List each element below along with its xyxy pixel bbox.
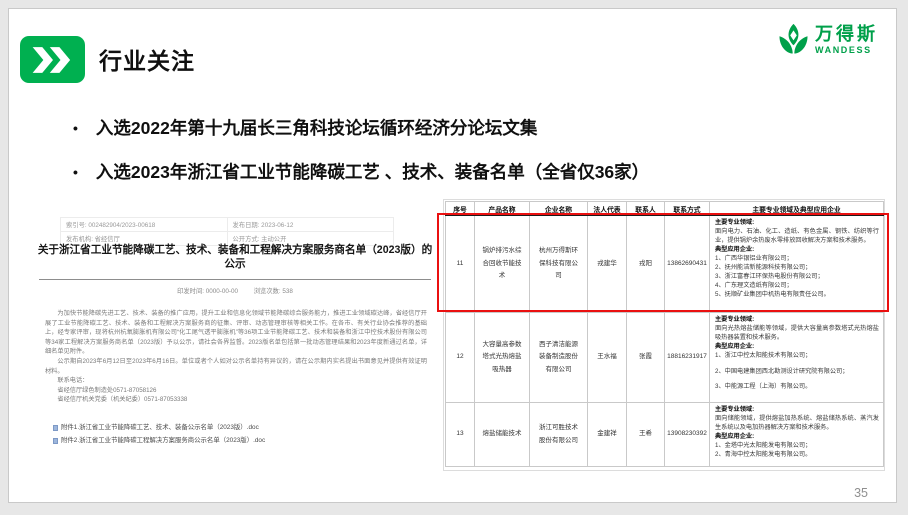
cell-product: 熔盐储能技术 xyxy=(475,403,530,467)
company-logo: 万得斯 WANDESS xyxy=(777,23,878,56)
cell-phone: 13862690431 xyxy=(665,216,710,313)
attachment-link-1[interactable]: 附件1.浙江省工业节能降碳工艺、技术、装备公示名单（2023版）.doc xyxy=(53,421,265,434)
print-time: 印发时间: 0000-00-00 xyxy=(177,288,238,295)
slide: 行业关注 万得斯 WANDESS 入选2022年第十九届长三角科技论坛循环经济分… xyxy=(8,8,897,503)
page-title: 行业关注 xyxy=(99,42,195,76)
provider-table: 序号 产品名称 企业名称 法人代表 联系人 联系方式 主要专业领域及典型应用企业… xyxy=(445,201,884,467)
attachment-icon xyxy=(53,438,58,444)
col-header-product: 产品名称 xyxy=(475,202,530,216)
cell-no: 12 xyxy=(446,313,475,403)
bullet-list: 入选2022年第十九届长三角科技论坛循环经济分论坛文集 入选2023年浙江省工业… xyxy=(73,115,813,203)
col-header-company: 企业名称 xyxy=(530,202,588,216)
cell-domain: 主要专业领域: 面向电力、石油、化工、造纸、有色金属、钢铁、纺织等行业，提供锅炉… xyxy=(710,216,884,313)
chevron-right-icon xyxy=(31,45,75,75)
typical-company: 2、青海中控太阳能发电有限公司。 xyxy=(715,450,879,459)
table-row: 13 熔盐储能技术 浙江可胜技术股份有限公司 金建祥 王希 1390823039… xyxy=(446,403,884,467)
col-header-domain: 主要专业领域及典型应用企业 xyxy=(710,202,884,216)
meta-pub-date: 发布日期: 2023-06-12 xyxy=(227,218,394,232)
table-header-row: 序号 产品名称 企业名称 法人代表 联系人 联系方式 主要专业领域及典型应用企业 xyxy=(446,202,884,216)
attachment-link-2[interactable]: 附件2.浙江省工业节能降碳工程解决方案服务商公示名单（2023版）.doc xyxy=(53,434,265,447)
divider xyxy=(39,279,431,280)
paragraph: 省经信厅绿色制造处0571-87058126 xyxy=(45,386,427,396)
cell-domain: 主要专业领域: 面向光热熔盐储能等领域，提供大容量高参数塔式光热熔盐吸热器装置和… xyxy=(710,313,884,403)
cell-phone: 13908230392 xyxy=(665,403,710,467)
cell-company: 浙江可胜技术股份有限公司 xyxy=(530,403,588,467)
typical-company: 4、广东理文造纸有限公司； xyxy=(715,281,879,290)
cell-legal: 戎建华 xyxy=(588,216,627,313)
col-header-legal: 法人代表 xyxy=(588,202,627,216)
cell-contact: 王希 xyxy=(627,403,665,467)
typical-company: 3、浙江富春江环保热电股份有限公司； xyxy=(715,272,879,281)
paragraph: 为加快节能降碳先进工艺、技术、装备的推广应用，提升工业和信息化领域节能降碳综合服… xyxy=(45,309,427,357)
double-chevron-icon xyxy=(20,36,85,83)
paragraph: 联系电话： xyxy=(45,376,427,386)
typical-company: 1、广西华银铝业有限公司； xyxy=(715,254,879,263)
attachment-icon xyxy=(53,425,58,431)
typical-label: 典型应用企业: xyxy=(715,245,879,254)
bullet-item-1: 入选2022年第十九届长三角科技论坛循环经济分论坛文集 xyxy=(73,115,813,140)
domain-label: 主要专业领域: xyxy=(715,218,879,227)
cell-domain: 主要专业领域: 面向储能领域，提供熔盐加热系统、熔盐储热系统、蒸汽发生系统以及电… xyxy=(710,403,884,467)
paragraph: 省经信厅机关党委（机关纪委）0571-87053338 xyxy=(45,395,427,405)
logo-name-en: WANDESS xyxy=(815,46,878,55)
leaf-logo-icon xyxy=(777,23,810,56)
domain-text: 面向储能领域，提供熔盐加热系统、熔盐储热系统、蒸汽发生系统以及电加热器解决方案和… xyxy=(715,414,879,432)
cell-contact: 张霞 xyxy=(627,313,665,403)
typical-company: 3、中能源工程（上海）有限公司。 xyxy=(715,382,879,391)
typical-company: 2、中国电建集团西北勘测设计研究院有限公司； xyxy=(715,367,879,376)
cell-company: 西子清洁能源装备制造股份有限公司 xyxy=(530,313,588,403)
typical-company: 5、抚顺矿业集团中机热电有限责任公司。 xyxy=(715,290,879,299)
cell-no: 11 xyxy=(446,216,475,313)
cell-contact: 戎阳 xyxy=(627,216,665,313)
typical-company: 2、抚州能洁新能源科技有限公司； xyxy=(715,263,879,272)
typical-company: 1、金塔中光太阳能发电有限公司； xyxy=(715,441,879,450)
domain-label: 主要专业领域: xyxy=(715,315,879,324)
table-row: 12 大容量高参数塔式光热熔盐吸热器 西子清洁能源装备制造股份有限公司 王水福 … xyxy=(446,313,884,403)
attachment-name: 附件1.浙江省工业节能降碳工艺、技术、装备公示名单（2023版）.doc xyxy=(61,421,259,434)
typical-company: 1、浙江中控太阳能技术有限公司； xyxy=(715,351,879,360)
document-body: 为加快节能降碳先进工艺、技术、装备的推广应用，提升工业和信息化领域节能降碳综合服… xyxy=(45,309,427,405)
logo-name-cn: 万得斯 xyxy=(815,25,878,43)
typical-label: 典型应用企业: xyxy=(715,342,879,351)
typical-label: 典型应用企业: xyxy=(715,432,879,441)
col-header-contact: 联系人 xyxy=(627,202,665,216)
col-header-phone: 联系方式 xyxy=(665,202,710,216)
cell-product: 大容量高参数塔式光热熔盐吸热器 xyxy=(475,313,530,403)
cell-legal: 金建祥 xyxy=(588,403,627,467)
attachment-name: 附件2.浙江省工业节能降碳工程解决方案服务商公示名单（2023版）.doc xyxy=(61,434,265,447)
bullet-item-2: 入选2023年浙江省工业节能降碳工艺 、技术、装备名单（全省仅36家） xyxy=(73,159,813,184)
attachment-list: 附件1.浙江省工业节能降碳工艺、技术、装备公示名单（2023版）.doc 附件2… xyxy=(53,421,265,447)
document-title: 关于浙江省工业节能降碳工艺、技术、装备和工程解决方案服务商名单（2023版）的公… xyxy=(37,244,433,271)
paragraph: 公示期自2023年6月12日至2023年6月16日。单位或者个人如对公示名单持有… xyxy=(45,357,427,376)
cell-phone: 18816231917 xyxy=(665,313,710,403)
view-count: 浏览次数: 538 xyxy=(254,288,293,295)
cell-no: 13 xyxy=(446,403,475,467)
meta-index: 索引号: 002482904/2023-00618 xyxy=(61,218,228,232)
document-meta-table: 索引号: 002482904/2023-00618 发布日期: 2023-06-… xyxy=(60,217,394,246)
cell-company: 杭州万得斯环保科技有限公司 xyxy=(530,216,588,313)
domain-text: 面向光热熔盐储能等领域，提供大容量高参数塔式光热熔盐吸热器装置和技术服务。 xyxy=(715,324,879,342)
document-print-info: 印发时间: 0000-00-00 浏览次数: 538 xyxy=(35,286,435,295)
provider-table-panel: 序号 产品名称 企业名称 法人代表 联系人 联系方式 主要专业领域及典型应用企业… xyxy=(443,199,885,471)
slide-page-number: 35 xyxy=(854,486,868,500)
domain-text: 面向电力、石油、化工、造纸、有色金属、钢铁、纺织等行业，提供锅炉余热废水零排放回… xyxy=(715,227,879,245)
col-header-no: 序号 xyxy=(446,202,475,216)
cell-product: 锅炉排污水综合回收节能技术 xyxy=(475,216,530,313)
domain-label: 主要专业领域: xyxy=(715,405,879,414)
cell-legal: 王水福 xyxy=(588,313,627,403)
table-row: 11 锅炉排污水综合回收节能技术 杭州万得斯环保科技有限公司 戎建华 戎阳 13… xyxy=(446,216,884,313)
